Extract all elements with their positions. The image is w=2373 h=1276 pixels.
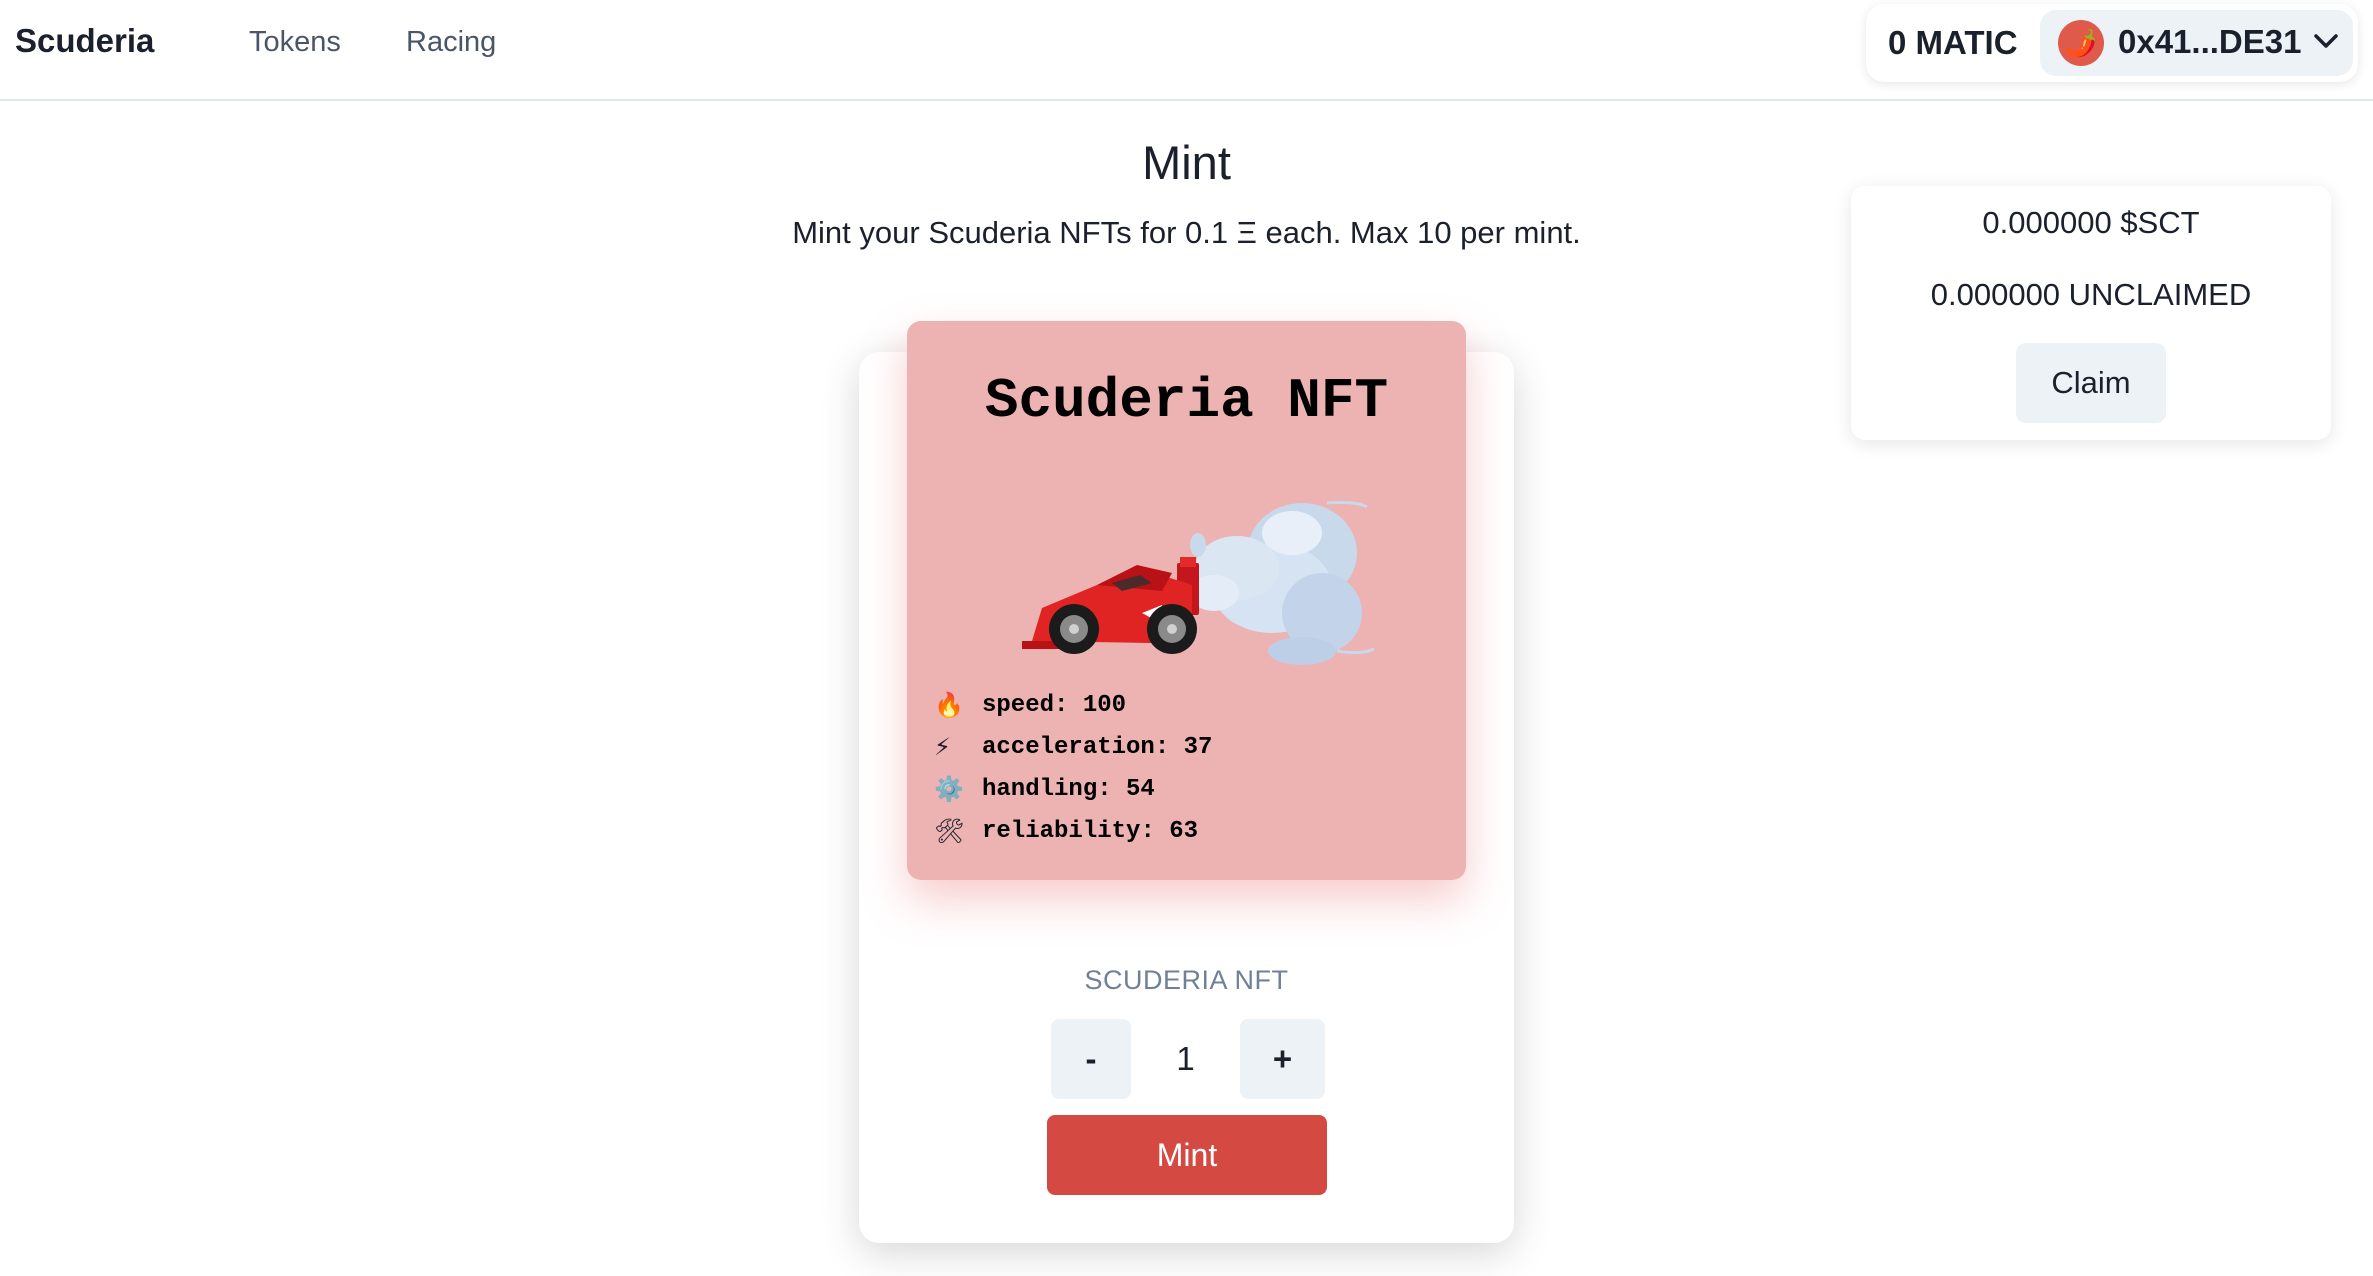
nft-stats: 🔥 speed: 100 ⚡ acceleration: 37 ⚙️ handling… <box>934 685 1212 853</box>
nav-link-racing[interactable]: Racing <box>406 26 496 59</box>
stat-row-acceleration: ⚡ acceleration: 37 <box>934 727 1212 769</box>
decrement-button[interactable]: - <box>1051 1019 1131 1099</box>
stat-name: reliability <box>982 818 1141 845</box>
stat-row-speed: 🔥 speed: 100 <box>934 685 1212 727</box>
page-subtitle: Mint your Scuderia NFTs for 0.1 Ξ each. … <box>792 215 1581 250</box>
stat-value: 37 <box>1183 734 1213 761</box>
nav-link-tokens[interactable]: Tokens <box>249 26 341 59</box>
gear-icon: ⚙️ <box>934 776 964 803</box>
stat-row-reliability: 🛠 reliability: 63 <box>934 811 1212 853</box>
mint-button[interactable]: Mint <box>1047 1115 1327 1195</box>
page-title: Mint <box>1142 136 1231 189</box>
tools-icon: 🛠 <box>934 818 965 845</box>
increment-button[interactable]: + <box>1240 1019 1325 1099</box>
stat-name: acceleration <box>982 734 1155 761</box>
stat-name: speed <box>982 692 1055 719</box>
dash-cloud-icon <box>1189 501 1375 665</box>
wallet-address: 0x41...DE31 <box>2118 23 2302 60</box>
stat-value: 100 <box>1082 692 1127 719</box>
matic-balance: 0 MATIC <box>1888 24 2018 61</box>
stat-row-handling: ⚙️ handling: 54 <box>934 769 1212 811</box>
stat-value: 63 <box>1169 818 1199 845</box>
avatar: 🌶️ <box>2058 20 2104 66</box>
quantity-value: 1 <box>1176 1040 1195 1077</box>
brand-logo[interactable]: Scuderia <box>15 22 154 60</box>
navbar: Scuderia Tokens Racing 0 MATIC 🌶️ 0x41..… <box>0 0 2373 101</box>
unclaimed-balance: 0.000000 UNCLAIMED <box>1930 277 2252 312</box>
wallet-widget: 0 MATIC 🌶️ 0x41...DE31 <box>1866 4 2358 82</box>
lightning-icon: ⚡ <box>934 734 951 761</box>
nft-preview-card: Scuderia NFT 🔥 speed: 100 ⚡ acceleration… <box>907 321 1466 880</box>
chevron-down-icon <box>2314 34 2338 48</box>
fire-icon: 🔥 <box>934 692 964 719</box>
race-car-icon <box>1022 501 1375 665</box>
collection-label: SCUDERIA NFT <box>1084 965 1289 995</box>
account-button[interactable]: 🌶️ 0x41...DE31 <box>2040 10 2353 76</box>
stat-name: handling <box>982 776 1098 803</box>
claim-button[interactable]: Claim <box>2016 343 2166 423</box>
stat-value: 54 <box>1126 776 1155 803</box>
nft-title: Scuderia NFT <box>984 369 1389 433</box>
